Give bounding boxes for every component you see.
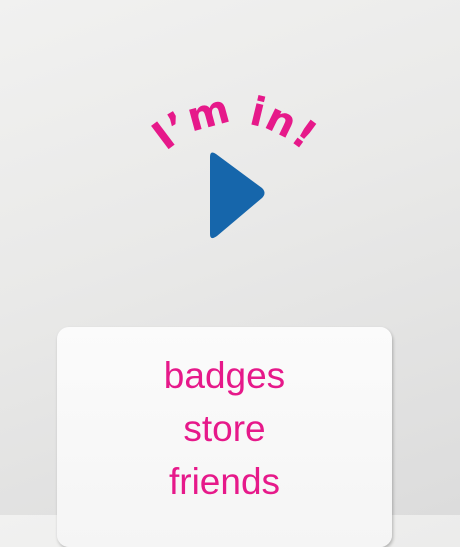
- play-icon[interactable]: [210, 152, 265, 239]
- menu-card: badges store friends: [57, 327, 392, 547]
- menu-item-store[interactable]: store: [183, 402, 265, 455]
- logo-tagline: I’m in!: [150, 95, 320, 159]
- menu-item-badges[interactable]: badges: [164, 349, 285, 402]
- menu-item-friends[interactable]: friends: [169, 455, 280, 508]
- im-in-logo: I’m in!: [150, 95, 320, 239]
- logo-tagline-text: I’m in!: [150, 95, 320, 159]
